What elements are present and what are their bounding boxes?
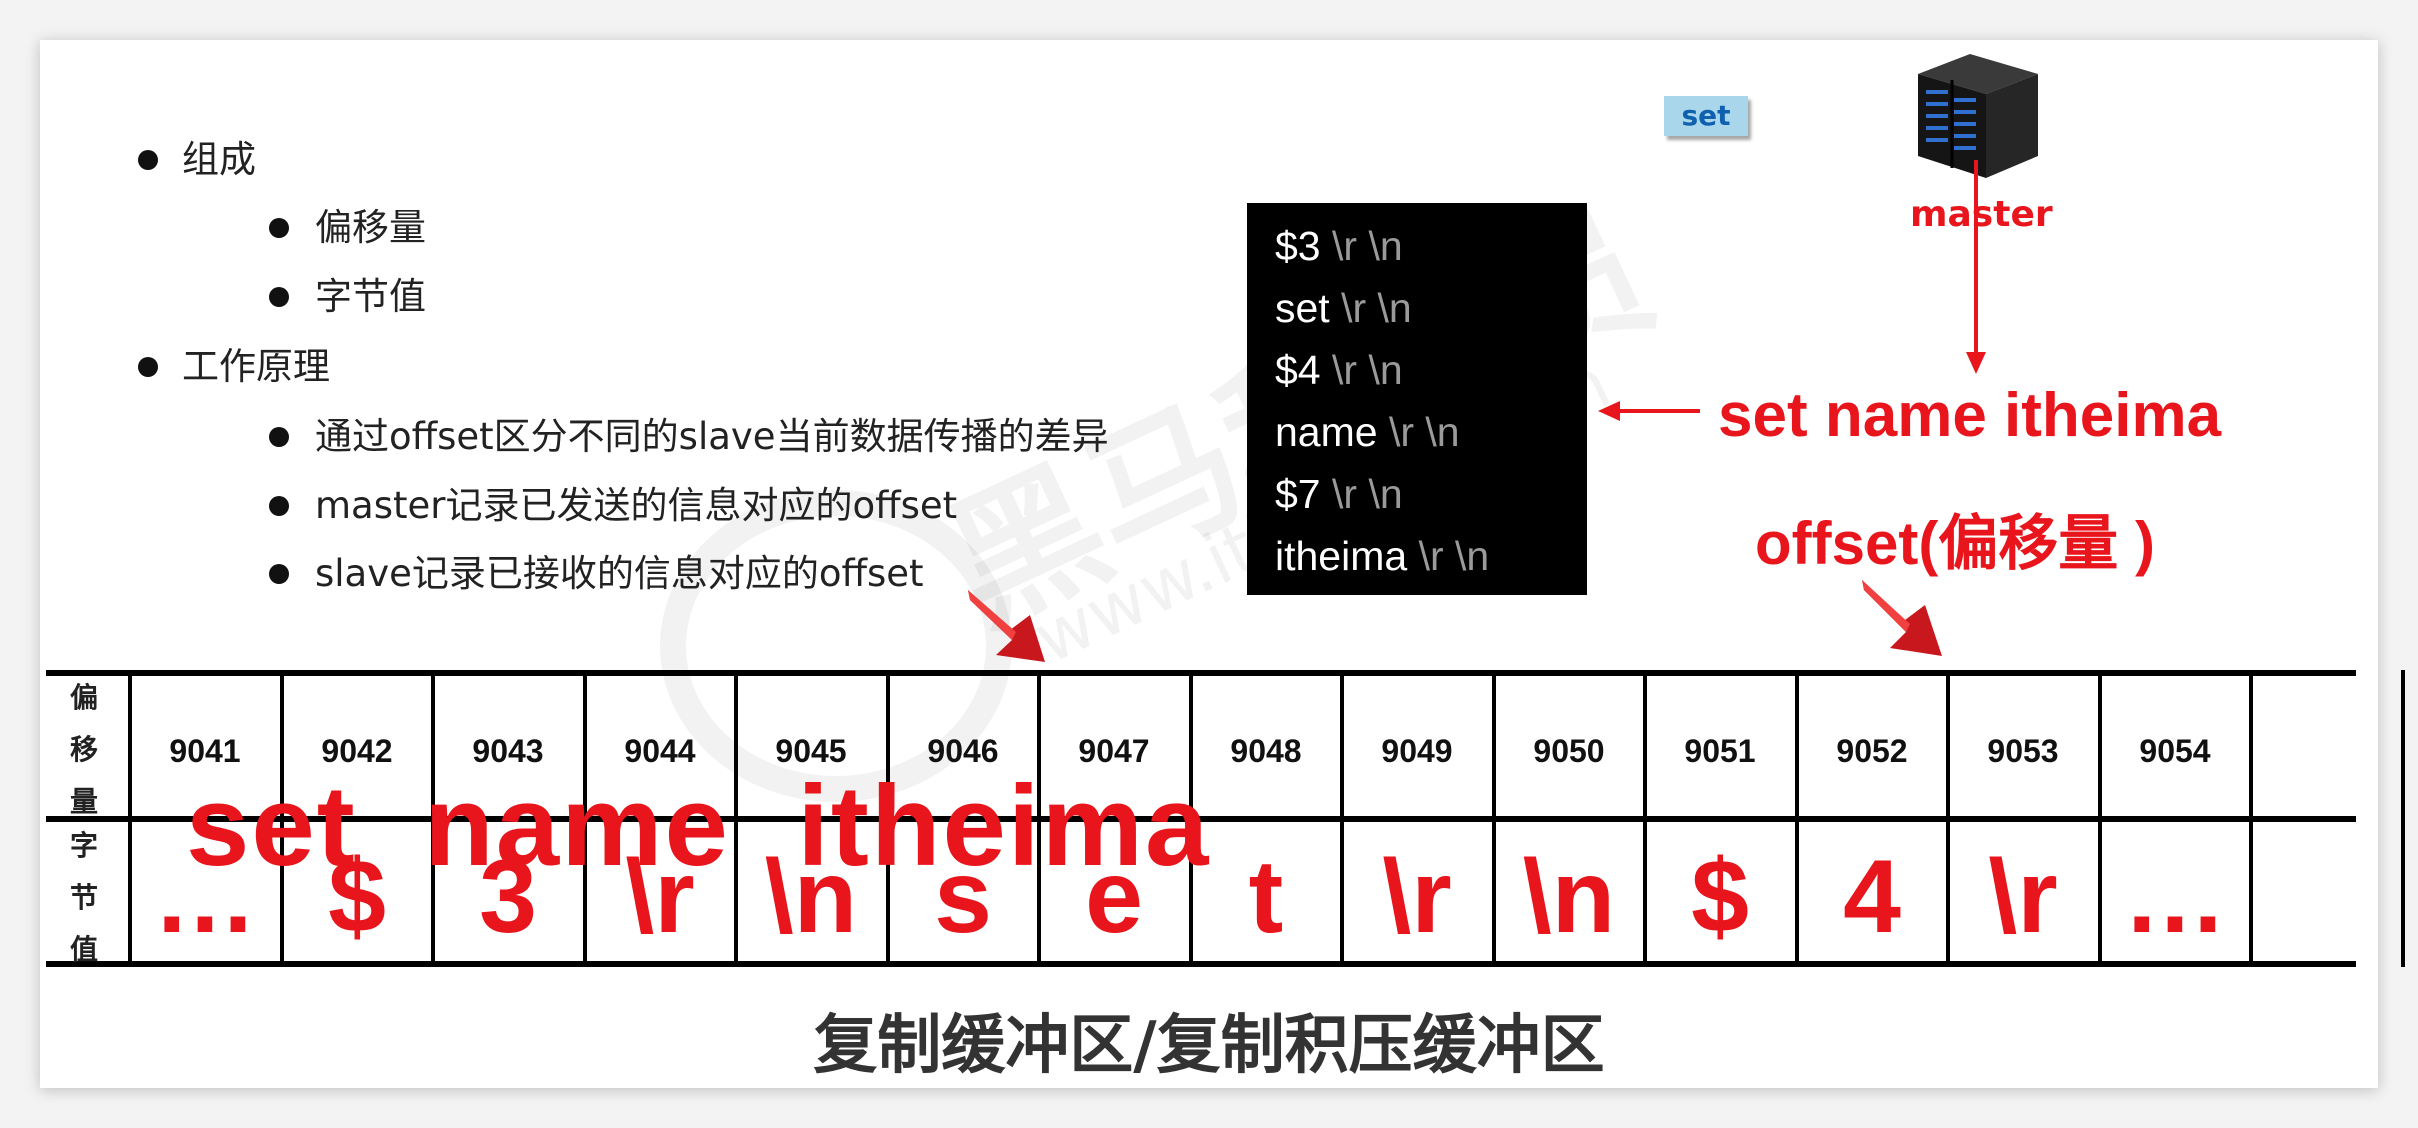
cmd-line: name \r \n (1275, 409, 1460, 455)
offset-cell: 9052 (1836, 733, 1908, 769)
row-label-byte: 字节值 (69, 829, 98, 966)
cmd-line: $7 \r \n (1275, 471, 1403, 517)
column-divider (2401, 670, 2405, 967)
byte-cell: $ (1691, 839, 1749, 955)
byte-cell: \r (1988, 839, 2058, 955)
pointer-arrow-left (968, 590, 1045, 662)
cmd-line: $3 \r \n (1275, 223, 1403, 269)
command-arrowhead (1598, 401, 1620, 421)
cmd-line: $4 \r \n (1275, 347, 1403, 393)
cmd-line: itheima \r \n (1275, 533, 1490, 579)
cmd-line: set \r \n (1275, 285, 1412, 331)
master-arrowhead (1966, 352, 1986, 374)
offset-cell: 9051 (1684, 733, 1756, 769)
offset-cell: 9053 (1987, 733, 2059, 769)
byte-cell: 4 (1843, 839, 1901, 955)
byte-cell: … (2123, 839, 2227, 955)
diagram-caption: 复制缓冲区/复制积压缓冲区 (813, 1009, 1605, 1083)
offset-cell: 9050 (1533, 733, 1605, 769)
command-label: set name itheima (1718, 381, 2222, 450)
byte-cell: t (1248, 839, 1284, 955)
overlay-command-label: set name itheima (186, 763, 1211, 890)
table-top-border (46, 670, 2356, 676)
pointer-arrow-right (1862, 580, 1942, 656)
byte-cell: \r (1382, 839, 1452, 955)
offset-label: offset(偏移量 ) (1755, 510, 2155, 577)
resp-command-box: $3 \r \n set \r \n $4 \r \n name \r \n $… (1247, 203, 1587, 595)
table-bottom-border (46, 961, 2356, 967)
offset-cell: 9054 (2139, 733, 2211, 769)
byte-cell: \n (1522, 839, 1616, 955)
offset-cell: 9048 (1230, 733, 1302, 769)
offset-cell: 9049 (1381, 733, 1453, 769)
row-label-offset: 偏移量 (69, 681, 98, 818)
